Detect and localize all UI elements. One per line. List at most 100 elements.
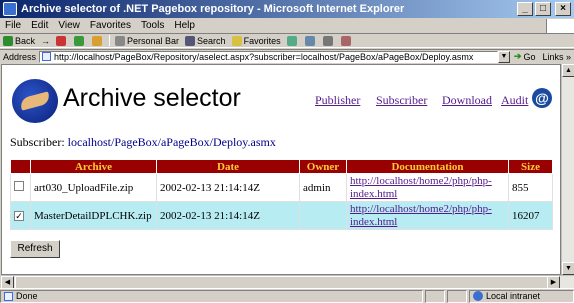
mail-button[interactable]: [302, 35, 320, 46]
edit-icon: [340, 35, 351, 46]
address-dropdown-button[interactable]: ▼: [497, 50, 510, 63]
home-icon: [92, 35, 103, 46]
date-cell: 2002-02-13 21:14:14Z: [156, 173, 300, 202]
nav-link-audit[interactable]: Audit: [501, 93, 528, 108]
menu-favorites[interactable]: Favorites: [85, 20, 136, 31]
address-label: Address: [3, 51, 37, 62]
history-button[interactable]: [284, 35, 302, 46]
links-button[interactable]: Links »: [539, 52, 574, 62]
status-pane-empty: [447, 289, 467, 303]
documentation-cell: http://localhost/home2/php/php-index.htm…: [346, 201, 509, 230]
search-icon: [185, 35, 196, 46]
menu-file[interactable]: File: [0, 20, 26, 31]
security-zone: Local intranet: [469, 289, 574, 303]
table-row: ✓ MasterDetailDPLCHK.zip 2002-02-13 21:1…: [10, 201, 553, 230]
history-icon: [286, 35, 297, 46]
pagebox-logo: [12, 79, 58, 123]
favorites-icon: [231, 35, 242, 46]
back-button[interactable]: Back: [0, 35, 38, 46]
back-arrow-icon: [3, 35, 13, 46]
column-header-owner: Owner: [299, 159, 347, 174]
nav-link-subscriber[interactable]: Subscriber: [376, 93, 427, 108]
minimize-button[interactable]: _: [517, 2, 533, 16]
refresh-button[interactable]: Refresh: [10, 240, 60, 258]
page-title: Archive selector: [63, 84, 241, 112]
table-header-row: Archive Date Owner Documentation Size: [10, 159, 553, 174]
refresh-page-button[interactable]: [71, 35, 89, 46]
row-select-cell: ✓: [10, 201, 31, 230]
column-header-date: Date: [156, 159, 300, 174]
archive-cell: art030_UploadFile.zip: [30, 173, 157, 202]
menu-help[interactable]: Help: [169, 20, 200, 31]
size-cell: 16207: [508, 201, 553, 230]
personal-bar-button[interactable]: Personal Bar: [112, 35, 182, 46]
menu-bar: File Edit View Favorites Tools Help: [0, 18, 574, 34]
subscriber-line: Subscriber: localhost/PageBox/aPageBox/D…: [10, 135, 276, 150]
go-button[interactable]: ➔ Go: [510, 51, 540, 62]
favorites-button[interactable]: Favorites: [229, 35, 284, 46]
subscriber-label: Subscriber:: [10, 135, 65, 149]
row-checkbox[interactable]: [14, 181, 24, 191]
personal-bar-icon: [115, 35, 126, 46]
nav-link-publisher[interactable]: Publisher: [315, 93, 360, 108]
owner-cell: admin: [299, 173, 347, 202]
vertical-scrollbar[interactable]: ▲ ▼: [561, 64, 574, 275]
ie-icon: [3, 2, 17, 16]
refresh-icon: [74, 35, 85, 46]
row-select-cell: [10, 173, 31, 202]
menu-edit[interactable]: Edit: [26, 20, 53, 31]
stop-icon: [56, 35, 67, 46]
documentation-cell: http://localhost/home2/php/php-index.htm…: [346, 173, 509, 202]
scroll-down-button[interactable]: ▼: [562, 262, 574, 275]
status-pane: Done: [0, 289, 423, 303]
date-cell: 2002-02-13 21:14:14Z: [156, 201, 300, 230]
address-value: http://localhost/PageBox/Repository/asel…: [54, 51, 474, 62]
address-input[interactable]: http://localhost/PageBox/Repository/asel…: [39, 50, 498, 63]
windows-logo: [546, 18, 574, 33]
menu-view[interactable]: View: [53, 20, 85, 31]
page-icon: [42, 52, 52, 61]
toolbar-separator: [109, 35, 111, 46]
mail-icon: [304, 35, 315, 46]
row-checkbox[interactable]: ✓: [14, 210, 24, 221]
subscriber-value: localhost/PageBox/aPageBox/Deploy.asmx: [67, 135, 276, 149]
close-button[interactable]: ×: [555, 2, 571, 16]
forward-button[interactable]: →: [38, 36, 53, 46]
window-title: Archive selector of .NET Pagebox reposit…: [21, 3, 405, 15]
at-sign-icon[interactable]: @: [532, 88, 552, 108]
home-button[interactable]: [89, 35, 107, 46]
size-cell: 855: [508, 173, 553, 202]
horizontal-scrollbar[interactable]: ◀ ▶: [1, 275, 574, 289]
search-button[interactable]: Search: [182, 35, 229, 46]
title-bar: Archive selector of .NET Pagebox reposit…: [0, 0, 574, 18]
status-text: Done: [16, 291, 38, 301]
documentation-link[interactable]: http://localhost/home2/php/php-index.htm…: [350, 203, 505, 229]
bird-icon: [18, 91, 52, 111]
stop-button[interactable]: [53, 35, 71, 46]
intranet-icon: [473, 291, 483, 301]
owner-cell: [299, 201, 347, 230]
status-pane-empty: [425, 289, 445, 303]
scroll-up-button[interactable]: ▲: [562, 64, 574, 77]
print-icon: [322, 35, 333, 46]
nav-link-download[interactable]: Download: [442, 93, 492, 108]
print-button[interactable]: [320, 35, 338, 46]
page-content: Archive selector Publisher Subscriber Do…: [1, 64, 561, 275]
archive-cell: MasterDetailDPLCHK.zip: [30, 201, 157, 230]
column-header-size: Size: [508, 159, 553, 174]
documentation-link[interactable]: http://localhost/home2/php/php-index.htm…: [350, 175, 505, 201]
zone-text: Local intranet: [486, 291, 541, 301]
column-header-archive: Archive: [30, 159, 157, 174]
column-header-documentation: Documentation: [346, 159, 509, 174]
go-arrow-icon: ➔: [513, 51, 522, 61]
edit-button[interactable]: [338, 35, 356, 46]
column-header-select: [10, 159, 31, 174]
address-bar: Address http://localhost/PageBox/Reposit…: [0, 49, 574, 63]
status-bar: Done Local intranet: [0, 288, 574, 303]
maximize-button[interactable]: □: [535, 2, 551, 16]
archive-table: Archive Date Owner Documentation Size ar…: [10, 159, 553, 230]
menu-tools[interactable]: Tools: [136, 20, 169, 31]
standard-toolbar: Back → Personal Bar Search Favorites: [0, 34, 574, 48]
table-row: art030_UploadFile.zip 2002-02-13 21:14:1…: [10, 173, 553, 202]
page-done-icon: [4, 291, 13, 301]
